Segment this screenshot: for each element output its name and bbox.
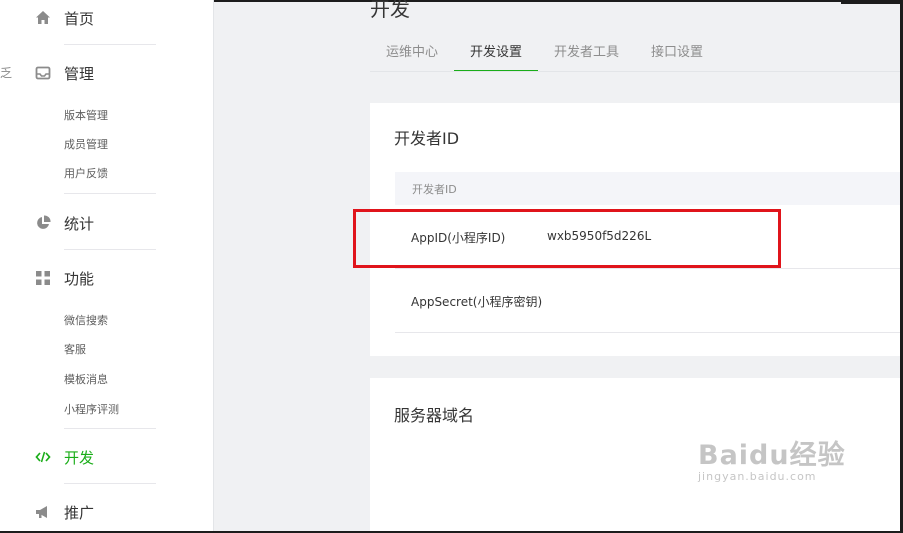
sidebar-item-develop[interactable]: 开发 (35, 447, 94, 467)
watermark: Baidu经验 jingyan.baidu.com (698, 433, 846, 483)
pie-chart-icon (35, 215, 51, 231)
home-icon (35, 10, 51, 26)
sidebar-item-label: 首页 (64, 9, 95, 28)
sidebar-subitem-members[interactable]: 成员管理 (64, 136, 108, 152)
cut-off-text: 乏 (0, 66, 13, 80)
card-title: 服务器域名 (394, 406, 475, 425)
table-header-label: 开发者ID (412, 183, 457, 196)
table-header: 开发者ID (395, 172, 903, 205)
sidebar-item-label: 管理 (64, 64, 95, 83)
card-title: 开发者ID (394, 129, 460, 148)
sidebar-item-label: 推广 (64, 503, 95, 522)
sidebar-item-label: 开发 (64, 448, 95, 467)
tab-bar-underline (370, 71, 903, 72)
divider (64, 44, 156, 45)
divider (64, 193, 156, 194)
divider (64, 428, 156, 429)
megaphone-icon (35, 504, 51, 520)
watermark-logo: Baidu经验 (698, 440, 846, 471)
grid-icon (35, 270, 51, 286)
sidebar-item-label: 功能 (64, 269, 95, 288)
tab-dev-settings[interactable]: 开发设置 (454, 40, 539, 72)
divider (64, 483, 156, 484)
highlight-annotation-box (353, 209, 781, 268)
tab-operations-center[interactable]: 运维中心 (370, 40, 454, 70)
sidebar-item-home[interactable]: 首页 (35, 8, 94, 28)
sidebar-subitem-template-message[interactable]: 模板消息 (64, 371, 108, 387)
code-icon (35, 449, 51, 465)
tab-dev-tools[interactable]: 开发者工具 (538, 40, 635, 70)
inbox-icon (35, 65, 51, 81)
page-title: 开发 (370, 0, 410, 21)
sidebar-item-stats[interactable]: 统计 (35, 213, 94, 233)
sidebar-subitem-evaluation[interactable]: 小程序评测 (64, 401, 119, 417)
window-frame-corner (841, 0, 903, 4)
tab-bar: 运维中心 开发设置 开发者工具 接口设置 (370, 40, 719, 72)
divider (64, 249, 156, 250)
sidebar-item-manage[interactable]: 管理 (35, 63, 94, 83)
sidebar: 乏 首页 管理 版本管理 成员管理 用户反馈 统计 功能 微信搜索 客服 模板消… (0, 0, 214, 533)
sidebar-item-label: 统计 (64, 214, 95, 233)
sidebar-subitem-version[interactable]: 版本管理 (64, 107, 108, 123)
sidebar-item-features[interactable]: 功能 (35, 268, 94, 288)
sidebar-subitem-feedback[interactable]: 用户反馈 (64, 165, 108, 181)
appsecret-label: AppSecret(小程序密钥) (411, 295, 543, 309)
table-row-appsecret: AppSecret(小程序密钥) (395, 269, 903, 333)
sidebar-subitem-wechat-search[interactable]: 微信搜索 (64, 312, 108, 328)
sidebar-subitem-customer-service[interactable]: 客服 (64, 341, 86, 357)
tab-api-settings[interactable]: 接口设置 (635, 40, 719, 70)
sidebar-item-promote[interactable]: 推广 (35, 502, 94, 522)
